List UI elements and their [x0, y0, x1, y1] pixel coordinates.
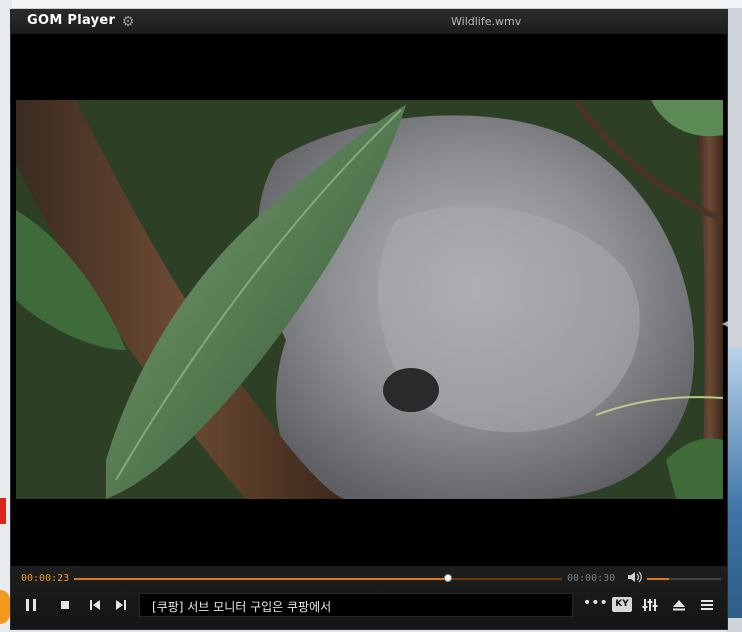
desktop-fragment-red — [0, 498, 6, 524]
video-area[interactable]: ◀ — [11, 34, 728, 569]
seek-bar-progress — [74, 578, 448, 580]
desktop-top-strip — [0, 0, 742, 9]
desktop-fragment-orange — [0, 590, 10, 624]
elapsed-time: 00:00:23 — [21, 573, 70, 584]
title-bar[interactable]: GOM Player ⚙ Wildlife.wmv — [11, 10, 727, 34]
pause-icon — [26, 599, 36, 611]
previous-button[interactable] — [87, 597, 103, 613]
control-bar: 00:00:23 00:00:30 [쿠팡] 서브 모니터 구입은 쿠팡에서 •… — [11, 566, 727, 629]
gom-player-window: GOM Player ⚙ Wildlife.wmv ◀ 00:00:23 00:… — [10, 9, 728, 630]
next-icon — [116, 600, 126, 610]
equalizer-icon — [642, 599, 658, 611]
app-logo[interactable]: GOM Player — [27, 13, 115, 28]
eject-icon — [673, 600, 685, 611]
video-koala-image — [16, 100, 723, 499]
seek-bar[interactable] — [74, 574, 562, 582]
previous-icon — [90, 600, 100, 610]
volume-slider[interactable] — [647, 578, 721, 580]
gear-icon[interactable]: ⚙ — [120, 14, 136, 30]
side-panel-handle[interactable]: ◀ — [722, 309, 728, 339]
volume-slider-fill — [647, 578, 670, 580]
stop-icon — [61, 601, 69, 609]
equalizer-button[interactable] — [642, 597, 658, 613]
ad-banner[interactable]: [쿠팡] 서브 모니터 구입은 쿠팡에서 — [139, 593, 573, 617]
pause-button[interactable] — [23, 597, 39, 613]
more-options-button[interactable]: ••• — [583, 596, 608, 613]
next-button[interactable] — [113, 597, 129, 613]
eject-button[interactable] — [671, 597, 687, 613]
subtitle-button[interactable]: KY — [612, 597, 632, 612]
video-frame[interactable] — [16, 100, 723, 499]
stop-button[interactable] — [57, 597, 73, 613]
ad-banner-text[interactable]: [쿠팡] 서브 모니터 구입은 쿠팡에서 — [152, 598, 331, 615]
hamburger-icon — [701, 600, 713, 610]
seek-bar-knob[interactable] — [443, 574, 452, 582]
desktop-right-strip — [726, 8, 742, 632]
speaker-icon[interactable] — [627, 570, 643, 584]
file-title: Wildlife.wmv — [451, 15, 522, 28]
desktop-fragment-sky — [726, 348, 742, 618]
menu-button[interactable] — [699, 597, 715, 613]
total-time: 00:00:30 — [567, 573, 616, 584]
